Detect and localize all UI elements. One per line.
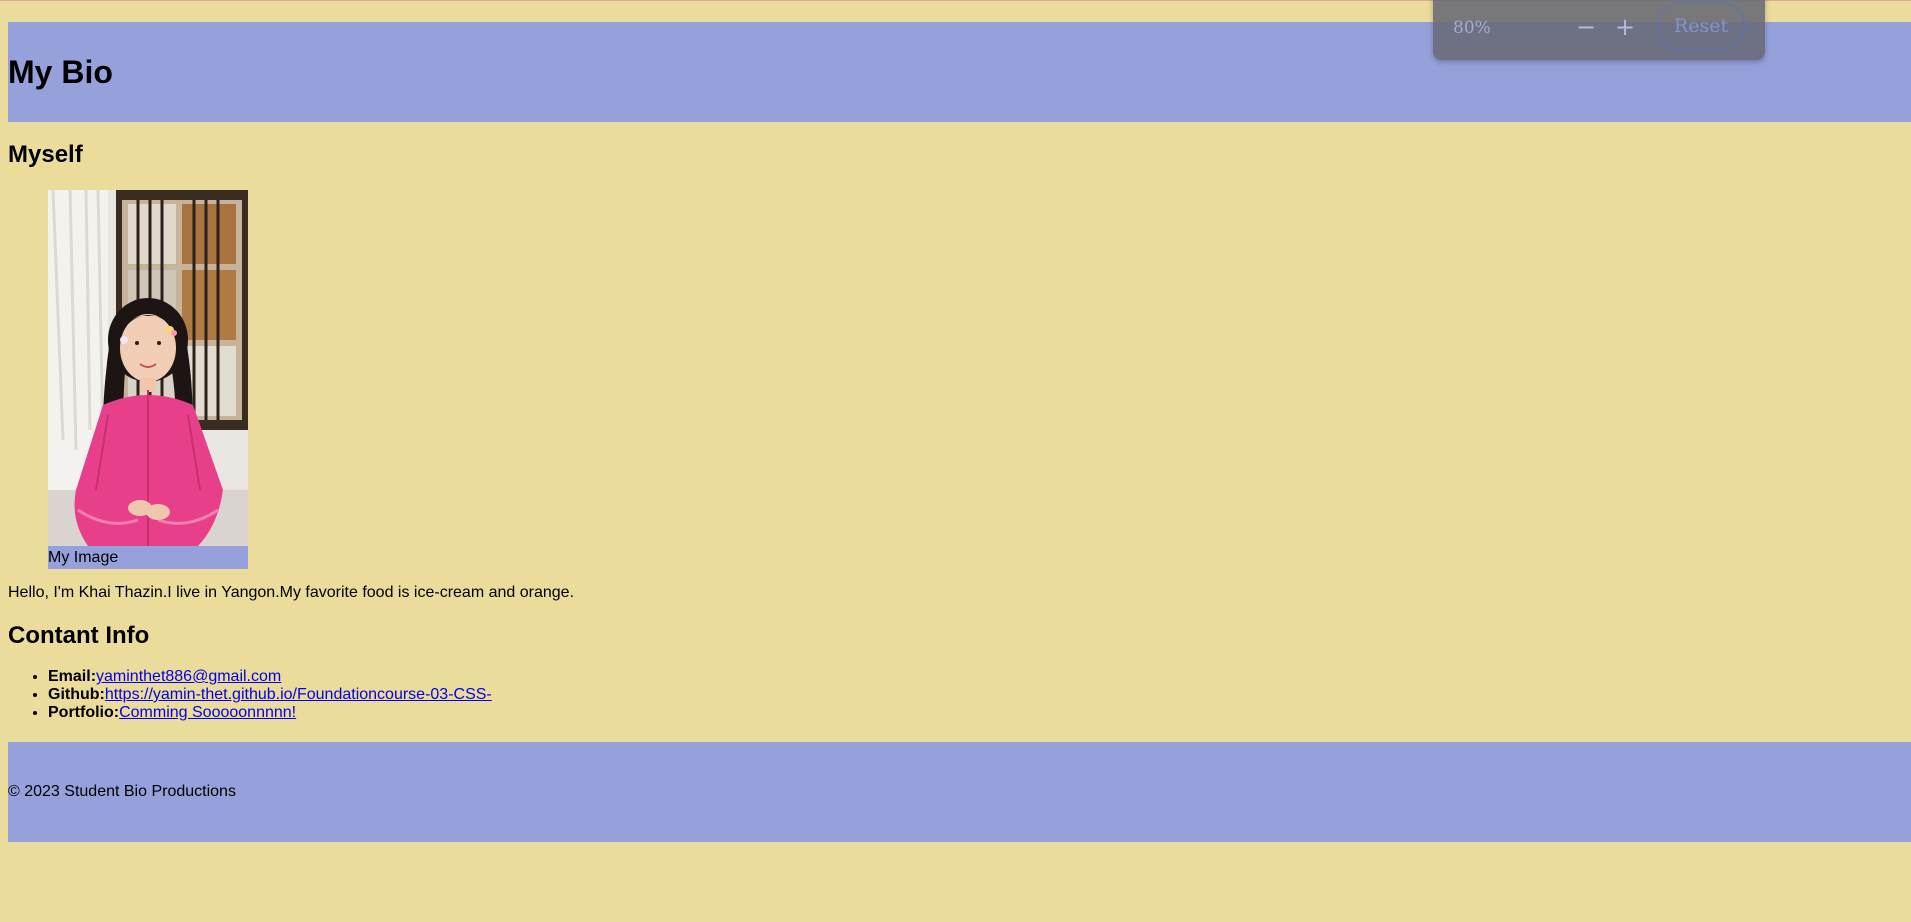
email-link[interactable]: yaminthet886@gmail.com <box>96 668 281 685</box>
plus-icon[interactable]: + <box>1610 12 1640 42</box>
site-footer: © 2023 Student Bio Productions <box>8 742 1911 842</box>
reset-zoom-button[interactable]: Reset <box>1657 2 1745 50</box>
contact-item-portfolio: Portfolio:Comming Sooooonnnnn! <box>48 704 492 722</box>
image-caption: My Image <box>48 546 248 569</box>
profile-photo <box>48 190 248 546</box>
myself-heading: Myself <box>8 141 83 168</box>
contact-label-github: Github: <box>48 686 105 703</box>
zoom-level-readout: 80% <box>1453 18 1491 38</box>
portfolio-link[interactable]: Comming Sooooonnnnn! <box>119 704 296 721</box>
bio-paragraph: Hello, I'm Khai Thazin.I live in Yangon.… <box>8 584 575 601</box>
contact-label-email: Email: <box>48 668 97 685</box>
github-link[interactable]: https://yamin-thet.github.io/Foundationc… <box>105 686 492 703</box>
minus-icon[interactable]: − <box>1571 12 1601 42</box>
contact-label-portfolio: Portfolio: <box>48 704 120 721</box>
zoom-popup: 80% − + Reset <box>1433 0 1765 60</box>
profile-figure: My Image <box>48 190 248 569</box>
contact-heading: Contant Info <box>8 622 150 649</box>
footer-copyright: © 2023 Student Bio Productions <box>8 783 236 800</box>
page-title: My Bio <box>8 54 113 90</box>
contact-item-github: Github:https://yamin-thet.github.io/Foun… <box>48 686 492 704</box>
contact-list: Email:yaminthet886@gmail.com Github:http… <box>8 668 492 722</box>
contact-item-email: Email:yaminthet886@gmail.com <box>48 668 492 686</box>
